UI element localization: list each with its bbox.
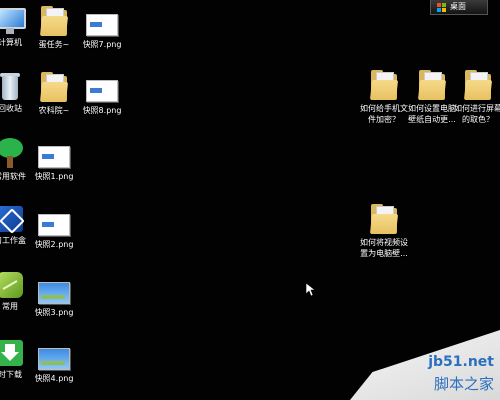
icon-label: 快照4.png [34, 374, 74, 383]
icon-label: 快照3.png [34, 308, 74, 317]
folder-icon [463, 70, 493, 100]
folder-icon [39, 72, 69, 102]
image-file-icon [38, 282, 70, 304]
icon-label: 快照1.png [34, 172, 74, 181]
recycle-bin-icon [0, 72, 22, 100]
desktop-button-label: 桌面 [450, 2, 466, 11]
windows-logo-icon [437, 3, 446, 12]
workbench-icon [0, 206, 25, 234]
folder-icon [39, 6, 69, 36]
desktop: 计算机 回收站 常用软件 习工作盒 常用 时下载 蛋任务~ 农科院~ 快照1.p… [0, 0, 500, 400]
desktop-icon-shot4[interactable]: 快照4.png [22, 348, 86, 384]
icon-label: 快照7.png [82, 40, 122, 49]
icon-label: 快照8.png [82, 106, 122, 115]
icon-label: 如何进行屏幕的取色？ [454, 104, 500, 124]
download-icon [0, 340, 23, 366]
image-file-icon [38, 146, 70, 168]
computer-icon [0, 6, 26, 34]
image-file-icon [38, 348, 70, 370]
desktop-toolbar-button[interactable]: 桌面 [430, 0, 488, 15]
tree-icon [0, 138, 23, 168]
watermark-brand: 脚本之家 [433, 375, 494, 393]
leaf-icon [0, 272, 23, 298]
desktop-icon-shot2[interactable]: 快照2.png [22, 214, 86, 250]
folder-icon [369, 204, 399, 234]
icon-label: 快照2.png [34, 240, 74, 249]
folder-icon [369, 70, 399, 100]
desktop-icon-folder-video-wallpaper[interactable]: 如何将视频设置为电脑壁... [352, 204, 416, 259]
desktop-icon-shot8[interactable]: 快照8.png [70, 80, 134, 116]
watermark: jb51.net 脚本之家 [350, 330, 500, 400]
image-file-icon [86, 80, 118, 102]
watermark-site: jb51.net [428, 354, 494, 370]
desktop-icon-shot7[interactable]: 快照7.png [70, 14, 134, 50]
icon-label: 如何将视频设置为电脑壁... [360, 238, 408, 258]
desktop-icon-shot3[interactable]: 快照3.png [22, 282, 86, 318]
image-file-icon [86, 14, 118, 36]
folder-icon [417, 70, 447, 100]
desktop-icon-shot1[interactable]: 快照1.png [22, 146, 86, 182]
image-file-icon [38, 214, 70, 236]
desktop-icon-folder-screen-color[interactable]: 如何进行屏幕的取色？ [446, 70, 500, 125]
